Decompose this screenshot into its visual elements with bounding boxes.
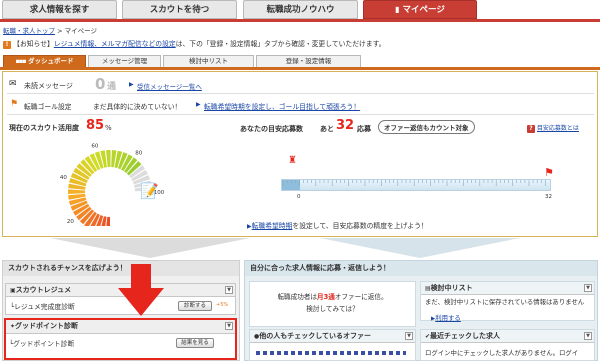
offer-tip-box: 転職成功者は月3通オファーに返信。 検討してみては？ (249, 281, 416, 327)
goodpoint-row-label: グッドポイント診断 (13, 340, 75, 348)
offer-tip-pre: 転職成功者は (277, 293, 318, 301)
watchlist-use[interactable]: ▶利用する (431, 313, 461, 322)
nav-tab-knowhow[interactable]: 転職成功ノウハウ (243, 0, 358, 19)
others-offers-title-text: 他の人もチェックしているオファー (259, 332, 372, 340)
notice-prefix: 【お知らせ】 (13, 40, 54, 48)
collapse-icon[interactable]: ▼ (584, 284, 592, 292)
offer-list-placeholder (256, 351, 406, 355)
runner-icon: ♜ (288, 155, 297, 166)
dashboard-icon: ▪▪▪ (15, 57, 27, 65)
offer-tip-line1: 転職成功者は月3通オファーに返信。 (250, 291, 415, 301)
scout-value: 85 (86, 118, 105, 133)
apply-scale-start: 0 (297, 194, 301, 200)
section-arrows (50, 238, 520, 258)
apply-value: 32 (336, 118, 355, 133)
messages-count: 0 (95, 75, 106, 93)
nav-underline (0, 19, 600, 22)
recent-jobs-title-text: 最近チェックした求人 (430, 332, 501, 340)
messages-row: ✉ 未読メッセージ 0 通 ▶ 受信メッセージ一覧へ (7, 75, 594, 94)
scout-label: 現在のスカウト活用度 (9, 124, 79, 132)
messages-link[interactable]: 受信メッセージ一覧へ (137, 81, 202, 91)
watchlist-box: ▤検討中リスト ▼ まだ、検討中リストに保存されている情報はありません ▶利用す… (420, 281, 595, 322)
apply-help[interactable]: ? 目安応募数とは (527, 123, 579, 133)
collapse-icon[interactable]: ▼ (225, 322, 233, 330)
goodpoint-box: ✦グッドポイント診断 ▼ └グッドポイント診断 結果を見る (4, 318, 237, 360)
apply-label: あなたの目安応募数 (240, 125, 303, 133)
goal-label: 転職ゴール設定 (24, 103, 72, 111)
offer-tip-emphasis: 月3通 (317, 293, 335, 301)
diagnose-button[interactable]: 診断する (178, 301, 212, 311)
scout-unit: % (105, 124, 112, 132)
notice-text: は、下の「登録・設定情報」タブから確認・変更していただけます。 (175, 40, 386, 48)
others-offers-box: ●他の人もチェックしているオファー ▼ (249, 329, 416, 361)
notice-icon: ! (3, 41, 11, 49)
watchlist-use-link[interactable]: 利用する (435, 314, 461, 322)
gauge-tick-label: 80 (135, 150, 142, 156)
subtab-underline (0, 67, 600, 70)
apply-unit: 応募 (357, 125, 371, 133)
nav-tab-job-search[interactable]: 求人情報を探す (2, 0, 117, 19)
gauge-tick-label: 40 (60, 175, 67, 181)
user-icon: ▮ (395, 5, 400, 14)
others-offers-title: ●他の人もチェックしているオファー (250, 330, 415, 343)
resume-row-label: レジュメ完成度診断 (14, 303, 75, 311)
resume-box-title-text: スカウトレジュメ (15, 286, 72, 294)
envelope-icon: ✉ (9, 79, 17, 89)
right-section-title: 自分に合った求人情報に応募・返信しよう！ (245, 261, 597, 276)
nav-tab-scout[interactable]: スカウトを待つ (122, 0, 237, 19)
scout-gauge: 020406080100 (60, 143, 165, 226)
link-arrow-icon: ▶ (129, 81, 134, 88)
down-arrow-icon (118, 264, 164, 316)
goal-link[interactable]: 転職希望時期を設定し、ゴール目指して頑張ろう！ (204, 101, 360, 111)
apply-ruler-ticks (282, 180, 546, 186)
apply-scale-end: 32 (545, 194, 552, 200)
watchlist-title: ▤検討中リスト (421, 282, 594, 295)
nav-tab-mypage[interactable]: ▮ マイページ (363, 0, 477, 19)
apply-note-text: を設定して、目安応募数の精度を上げよう！ (292, 222, 428, 230)
view-results-button[interactable]: 結果を見る (176, 338, 214, 348)
gauge-tick-label: 20 (67, 219, 74, 225)
goal-status: まだ具体的に決めていない！ (93, 103, 182, 111)
apply-tag-label: オファー返信もカウント対象 (378, 120, 475, 134)
apply-help-link[interactable]: 目安応募数とは (537, 125, 579, 132)
goal-flag-icon: ⚑ (544, 166, 554, 179)
collapse-icon[interactable]: ▼ (405, 332, 413, 340)
notice-bar: ! 【お知らせ】レジュメ情報、メルマガ配信などの設定は、下の「登録・設定情報」タ… (3, 38, 386, 49)
flag-icon: ⚑ (10, 99, 19, 109)
link-arrow-icon: ▶ (196, 101, 201, 108)
offer-tip-line2: 検討してみては？ (306, 305, 359, 313)
gauge-segment (68, 189, 86, 194)
tab-dashboard-label: ダッシュボード (27, 57, 74, 65)
breadcrumb-root[interactable]: 転職・求人トップ (3, 27, 55, 35)
nav-tab-mypage-label: マイページ (402, 5, 445, 15)
goodpoint-row: └グッドポイント診断 (9, 338, 74, 348)
collapse-icon[interactable]: ▼ (225, 286, 233, 294)
gauge-tick-label: 60 (91, 143, 98, 149)
watchlist-title-text: 検討中リスト (430, 284, 473, 292)
breadcrumb-current: マイページ (64, 27, 97, 35)
collapse-icon[interactable]: ▼ (584, 332, 592, 340)
help-icon: ? (527, 125, 535, 133)
diagnose-badge: +5% (216, 302, 229, 308)
breadcrumb: 転職・求人トップ > マイページ (3, 25, 97, 35)
resume-row: └レジュメ完成度診断 (10, 301, 75, 311)
breadcrumb-separator: > (57, 27, 63, 35)
recent-jobs-box: ✔最近チェックした求人 ▼ ログイン中にチェックした求人がありません。ログイ (420, 329, 595, 361)
apply-tag: オファー返信もカウント対象 (378, 120, 475, 134)
goal-row: ⚑ 転職ゴール設定 まだ具体的に決めていない！ ▶ 転職希望時期を設定し、ゴール… (7, 96, 594, 115)
apply-note: ▶転職希望時期を設定して、目安応募数の精度を上げよう！ (247, 220, 428, 230)
goodpoint-box-title-text: グッドポイント診断 (15, 322, 79, 330)
goodpoint-box-title: ✦グッドポイント診断 (6, 320, 235, 334)
watchlist-body: まだ、検討中リストに保存されている情報はありません (425, 298, 585, 306)
notice-settings-link[interactable]: レジュメ情報、メルマガ配信などの設定 (54, 40, 176, 48)
messages-label: 未読メッセージ (24, 82, 73, 90)
recent-jobs-body: ログイン中にチェックした求人がありません。ログイ (425, 349, 579, 357)
resume-edit-icon: 📝 (140, 182, 159, 200)
apply-note-link[interactable]: 転職希望時期 (252, 222, 293, 230)
recent-jobs-title: ✔最近チェックした求人 (421, 330, 594, 343)
apply-prefix: あと (320, 125, 334, 133)
offer-tip-post: オファーに返信。 (334, 293, 388, 301)
messages-unit: 通 (107, 82, 117, 92)
gauge-segment (106, 150, 111, 168)
